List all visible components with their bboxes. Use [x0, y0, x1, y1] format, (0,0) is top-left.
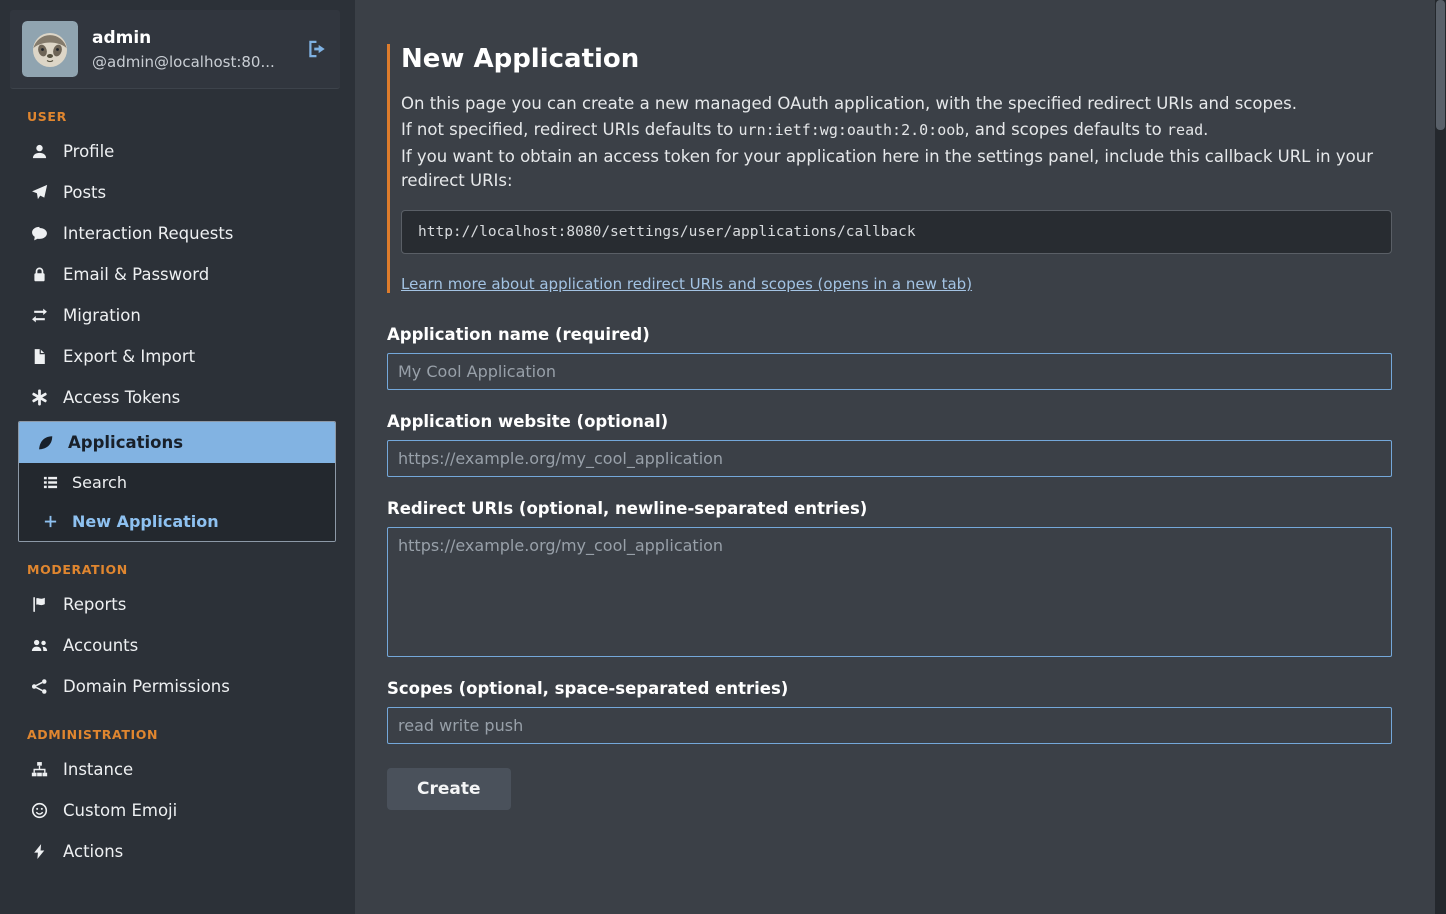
user-meta: admin @admin@localhost:80...: [92, 28, 288, 71]
exchange-arrows-icon: [30, 307, 48, 325]
sitemap-icon: [30, 761, 48, 779]
intro-line-1: On this page you can create a new manage…: [401, 92, 1392, 116]
section-label-user: USER: [27, 109, 355, 124]
sidebar-item-profile[interactable]: Profile: [0, 131, 355, 172]
sidebar-item-label: Actions: [63, 842, 123, 861]
sidebar-item-label: Accounts: [63, 636, 138, 655]
sidebar-nav-administration: Instance Custom Emoji Actions: [0, 749, 355, 872]
list-icon: [41, 474, 59, 492]
sidebar-item-label: Instance: [63, 760, 133, 779]
sidebar-item-migration[interactable]: Migration: [0, 295, 355, 336]
applications-group: Applications Search New Application: [18, 421, 336, 542]
bolt-icon: [30, 843, 48, 861]
sidebar-item-access-tokens[interactable]: Access Tokens: [0, 377, 355, 418]
intro-line-2-text: .: [1203, 120, 1208, 139]
intro-line-2-text: If not specified, redirect URIs defaults…: [401, 120, 739, 139]
sidebar-item-posts[interactable]: Posts: [0, 172, 355, 213]
intro-line-2: If not specified, redirect URIs defaults…: [401, 118, 1392, 142]
sidebar-nav-moderation: Reports Accounts Domain Permissions: [0, 584, 355, 707]
application-name-input[interactable]: [387, 353, 1392, 390]
user-icon: [30, 143, 48, 161]
lock-icon: [30, 266, 48, 284]
scrollbar-track[interactable]: [1435, 0, 1446, 914]
avatar: [22, 21, 78, 77]
new-application-form: Application name (required) Application …: [387, 325, 1392, 810]
inline-code-read: read: [1167, 121, 1203, 139]
sidebar-item-new-application[interactable]: New Application: [19, 502, 335, 541]
scopes-label: Scopes (optional, space-separated entrie…: [387, 679, 1392, 698]
application-name-label: Application name (required): [387, 325, 1392, 344]
sidebar-item-label: Domain Permissions: [63, 677, 230, 696]
sidebar-item-export-import[interactable]: Export & Import: [0, 336, 355, 377]
sidebar-item-domain-permissions[interactable]: Domain Permissions: [0, 666, 355, 707]
main-content: New Application On this page you can cre…: [355, 0, 1435, 914]
user-name: admin: [92, 28, 288, 48]
form-field-website: Application website (optional): [387, 412, 1392, 477]
sidebar-item-email-password[interactable]: Email & Password: [0, 254, 355, 295]
page-title: New Application: [401, 44, 1392, 74]
feather-icon: [35, 434, 53, 452]
asterisk-icon: [30, 389, 48, 407]
sidebar-item-label: Posts: [63, 183, 106, 202]
intro-line-2-text: , and scopes defaults to: [964, 120, 1167, 139]
section-label-moderation: MODERATION: [27, 562, 355, 577]
sign-out-icon[interactable]: [306, 38, 328, 60]
sidebar-item-label: New Application: [72, 512, 219, 531]
sidebar-item-search[interactable]: Search: [19, 463, 335, 502]
plus-icon: [41, 513, 59, 531]
sidebar-item-applications[interactable]: Applications: [19, 422, 335, 463]
sidebar-item-instance[interactable]: Instance: [0, 749, 355, 790]
inline-code-oob: urn:ietf:wg:oauth:2.0:oob: [739, 121, 965, 139]
comment-icon: [30, 225, 48, 243]
learn-more-link[interactable]: Learn more about application redirect UR…: [401, 275, 972, 293]
sidebar-item-label: Export & Import: [63, 347, 195, 366]
sidebar-item-label: Reports: [63, 595, 126, 614]
scrollbar-thumb[interactable]: [1436, 0, 1445, 130]
form-field-scopes: Scopes (optional, space-separated entrie…: [387, 679, 1392, 744]
user-handle: @admin@localhost:80...: [92, 53, 288, 71]
sidebar-item-actions[interactable]: Actions: [0, 831, 355, 872]
smiley-icon: [30, 802, 48, 820]
sidebar-nav-user: Profile Posts Interaction Requests Email…: [0, 131, 355, 418]
section-label-administration: ADMINISTRATION: [27, 727, 355, 742]
intro-line-3: If you want to obtain an access token fo…: [401, 145, 1392, 194]
document-icon: [30, 348, 48, 366]
application-website-label: Application website (optional): [387, 412, 1392, 431]
users-icon: [30, 637, 48, 655]
sidebar-item-label: Interaction Requests: [63, 224, 233, 243]
settings-app: admin @admin@localhost:80... USER Profil…: [0, 0, 1446, 914]
callback-url-code-block: http://localhost:8080/settings/user/appl…: [401, 210, 1392, 254]
sidebar-item-label: Custom Emoji: [63, 801, 177, 820]
sidebar-item-label: Applications: [68, 433, 183, 452]
paper-plane-icon: [30, 184, 48, 202]
applications-submenu: Search New Application: [19, 463, 335, 541]
redirect-uris-textarea[interactable]: [387, 527, 1392, 657]
sidebar-item-label: Profile: [63, 142, 114, 161]
sidebar: admin @admin@localhost:80... USER Profil…: [0, 0, 355, 914]
sidebar-item-accounts[interactable]: Accounts: [0, 625, 355, 666]
redirect-uris-label: Redirect URIs (optional, newline-separat…: [387, 499, 1392, 518]
application-website-input[interactable]: [387, 440, 1392, 477]
sidebar-item-label: Access Tokens: [63, 388, 180, 407]
flag-icon: [30, 596, 48, 614]
page-header: New Application On this page you can cre…: [387, 44, 1392, 293]
sidebar-item-reports[interactable]: Reports: [0, 584, 355, 625]
scopes-input[interactable]: [387, 707, 1392, 744]
create-button[interactable]: Create: [387, 768, 511, 810]
share-nodes-icon: [30, 678, 48, 696]
form-field-redirect-uris: Redirect URIs (optional, newline-separat…: [387, 499, 1392, 657]
user-card[interactable]: admin @admin@localhost:80...: [10, 10, 340, 89]
sidebar-item-interaction-requests[interactable]: Interaction Requests: [0, 213, 355, 254]
sidebar-item-label: Migration: [63, 306, 141, 325]
sidebar-item-label: Search: [72, 473, 127, 492]
sidebar-item-custom-emoji[interactable]: Custom Emoji: [0, 790, 355, 831]
form-field-name: Application name (required): [387, 325, 1392, 390]
sidebar-item-label: Email & Password: [63, 265, 209, 284]
